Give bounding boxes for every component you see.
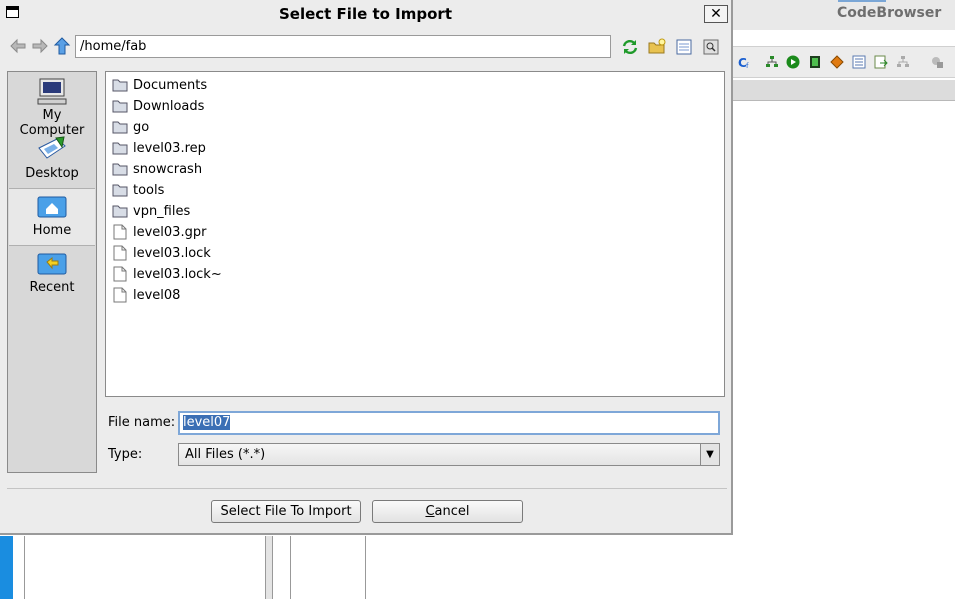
list-item[interactable]: Documents bbox=[112, 75, 207, 95]
computer-icon bbox=[37, 78, 67, 105]
list-item[interactable]: level03.lock~ bbox=[112, 264, 222, 284]
place-desktop[interactable]: Desktop bbox=[9, 132, 95, 188]
tree-icon[interactable] bbox=[765, 55, 779, 69]
memory-icon[interactable] bbox=[808, 55, 822, 69]
cancel-label-rest: ancel bbox=[434, 504, 470, 519]
dialog-title: Select File to Import bbox=[278, 5, 453, 23]
file-icon bbox=[113, 287, 127, 303]
codebrowser-toolbar: Cf bbox=[733, 46, 955, 78]
type-value: All Files (*.*) bbox=[185, 447, 266, 462]
place-recent[interactable]: Recent bbox=[9, 246, 95, 302]
file-name-input[interactable]: level07 bbox=[178, 411, 720, 435]
folder-icon bbox=[112, 142, 128, 155]
diamond-icon[interactable] bbox=[830, 55, 844, 69]
list-item[interactable]: level03.lock bbox=[112, 243, 211, 263]
snapshot-icon[interactable] bbox=[930, 55, 944, 69]
place-label: Home bbox=[32, 223, 72, 238]
list-item[interactable]: level03.gpr bbox=[112, 222, 206, 242]
taskbar-edge bbox=[0, 536, 13, 599]
list-item[interactable]: vpn_files bbox=[112, 201, 190, 221]
file-name: level03.lock bbox=[133, 245, 211, 261]
details-view-icon[interactable] bbox=[702, 38, 720, 56]
file-name-label: File name: bbox=[108, 415, 176, 430]
file-icon bbox=[113, 266, 127, 282]
button-separator bbox=[7, 488, 727, 489]
file-list: Documents Downloads go level03.rep snowc… bbox=[105, 71, 725, 397]
folder-icon bbox=[112, 163, 128, 176]
file-name: level03.gpr bbox=[133, 224, 207, 240]
folder-icon bbox=[112, 79, 128, 92]
file-name: Downloads bbox=[133, 98, 205, 114]
codebrowser-splitter[interactable] bbox=[266, 536, 273, 599]
file-name: snowcrash bbox=[133, 161, 203, 177]
file-name: Documents bbox=[133, 77, 208, 93]
type-label: Type: bbox=[108, 447, 143, 462]
folder-icon bbox=[112, 184, 128, 197]
codebrowser-title-strip bbox=[838, 0, 886, 2]
export-icon[interactable] bbox=[874, 55, 888, 69]
codebrowser-panel-left bbox=[24, 536, 266, 599]
select-file-button[interactable]: Select File To Import bbox=[211, 500, 361, 523]
folder-icon bbox=[112, 100, 128, 113]
path-field[interactable]: /home/fab bbox=[75, 35, 611, 58]
listing-icon[interactable] bbox=[852, 55, 866, 69]
file-icon bbox=[113, 245, 127, 261]
select-file-dialog: Select File to Import ✕ /home/fab My Com… bbox=[0, 0, 733, 535]
file-name: level03.lock~ bbox=[133, 266, 222, 282]
place-label: Desktop bbox=[25, 166, 79, 181]
place-label: Recent bbox=[29, 280, 75, 295]
list-item[interactable]: level08 bbox=[112, 285, 180, 305]
place-my-computer[interactable]: My Computer bbox=[9, 74, 95, 138]
file-name: level03.rep bbox=[133, 140, 206, 156]
places-sidebar: My Computer Desktop Home Recent bbox=[7, 71, 97, 473]
back-arrow-icon[interactable] bbox=[9, 37, 27, 55]
file-name: go bbox=[133, 119, 150, 135]
recent-icon bbox=[37, 253, 67, 275]
chevron-down-icon[interactable]: ▼ bbox=[700, 444, 719, 465]
list-item[interactable]: go bbox=[112, 117, 149, 137]
codebrowser-panel-middle bbox=[290, 536, 366, 599]
file-icon bbox=[113, 224, 127, 240]
file-name-selection: level07 bbox=[183, 415, 231, 430]
codebrowser-title: CodeBrowser bbox=[837, 5, 942, 21]
svg-text:f: f bbox=[746, 62, 749, 69]
list-item[interactable]: Downloads bbox=[112, 96, 204, 116]
folder-icon bbox=[112, 205, 128, 218]
file-name: tools bbox=[133, 182, 165, 198]
place-home[interactable]: Home bbox=[9, 188, 95, 246]
file-name: level08 bbox=[133, 287, 181, 303]
refresh-icon[interactable] bbox=[621, 38, 639, 56]
type-select[interactable]: All Files (*.*) ▼ bbox=[178, 443, 720, 466]
up-folder-icon[interactable] bbox=[53, 37, 71, 55]
list-item[interactable]: snowcrash bbox=[112, 159, 202, 179]
list-item[interactable]: tools bbox=[112, 180, 164, 200]
list-view-icon[interactable] bbox=[675, 38, 693, 56]
close-button[interactable]: ✕ bbox=[704, 5, 728, 23]
home-icon bbox=[37, 196, 67, 218]
file-name: vpn_files bbox=[133, 203, 191, 219]
cf-icon[interactable]: Cf bbox=[738, 55, 752, 69]
dialog-titlebar: Select File to Import ✕ bbox=[0, 0, 731, 28]
folder-icon bbox=[112, 121, 128, 134]
new-folder-icon[interactable] bbox=[648, 38, 666, 56]
codebrowser-subheader bbox=[733, 80, 955, 101]
cancel-button[interactable]: Cancel bbox=[372, 500, 523, 523]
desktop-icon bbox=[38, 136, 66, 159]
forward-arrow-icon[interactable] bbox=[31, 37, 49, 55]
cancel-mnemonic: C bbox=[425, 504, 435, 519]
run-icon[interactable] bbox=[786, 55, 800, 69]
list-item[interactable]: level03.rep bbox=[112, 138, 206, 158]
network-icon[interactable] bbox=[896, 55, 910, 69]
